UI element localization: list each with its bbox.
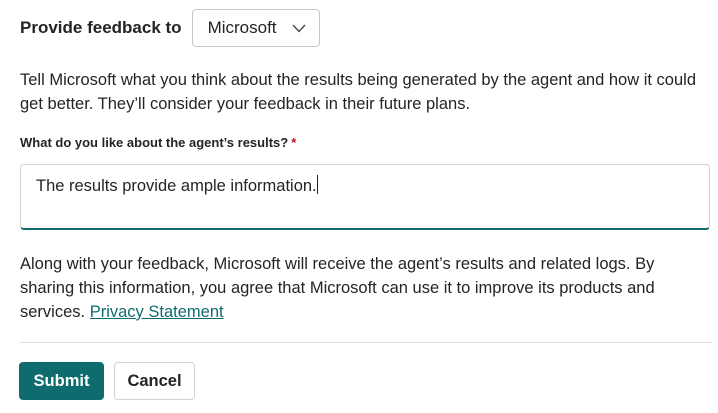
text-caret: [316, 175, 318, 194]
required-marker: *: [291, 135, 297, 150]
question-label: What do you like about the agent’s resul…: [20, 135, 296, 150]
feedback-intro-text: Tell Microsoft what you think about the …: [20, 71, 697, 113]
feedback-recipient-row: Provide feedback to Microsoft: [20, 9, 320, 47]
divider: [20, 342, 712, 343]
recipient-dropdown[interactable]: Microsoft: [191, 9, 320, 47]
feedback-textarea[interactable]: The results provide ample information.: [20, 164, 710, 230]
feedback-textarea-value: The results provide ample information.: [36, 177, 317, 195]
chevron-down-icon: [291, 20, 307, 36]
privacy-notice: Along with your feedback, Microsoft will…: [20, 252, 705, 324]
submit-button[interactable]: Submit: [19, 362, 104, 400]
privacy-statement-link[interactable]: Privacy Statement: [90, 303, 224, 321]
question-label-text: What do you like about the agent’s resul…: [20, 135, 289, 150]
cancel-button[interactable]: Cancel: [114, 362, 195, 400]
feedback-recipient-label: Provide feedback to: [20, 18, 182, 37]
recipient-dropdown-value: Microsoft: [207, 18, 277, 37]
